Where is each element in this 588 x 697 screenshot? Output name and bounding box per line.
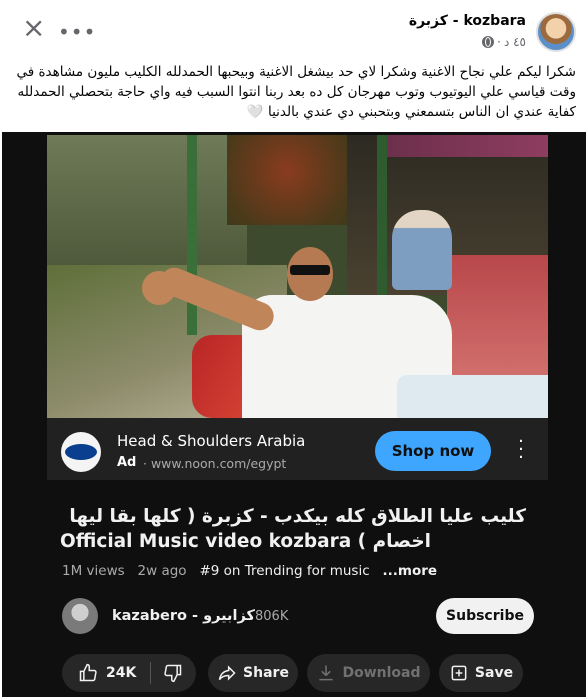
advertiser-name[interactable]: Head & Shoulders Arabia — [117, 432, 305, 450]
video-title[interactable]: كليب عليا الطلاق كله بيكدب - كزبرة ( كله… — [60, 504, 526, 554]
download-button[interactable]: Download — [307, 654, 430, 692]
post-header: × ••• kozbara - كزبرة ٤٥ د · — [0, 0, 588, 62]
post-text: شكرا ليكم علي نجاح الاغنية وشكرا لاي حد … — [16, 64, 576, 120]
ad-url[interactable]: · www.noon.com/egypt — [143, 456, 286, 471]
dislike-button[interactable] — [151, 663, 183, 683]
advertiser-logo[interactable] — [61, 432, 101, 472]
save-playlist-icon — [449, 663, 469, 683]
author-avatar[interactable] — [536, 12, 576, 52]
subscribe-button[interactable]: Subscribe — [436, 598, 534, 634]
video-title-line1: كليب عليا الطلاق كله بيكدب - كزبرة ( كله… — [69, 506, 526, 527]
youtube-screenshot[interactable]: Head & Shoulders Arabia Ad · www.noon.co… — [2, 132, 586, 697]
view-count: 1M views — [62, 563, 125, 579]
close-icon[interactable]: × — [22, 14, 45, 42]
like-button[interactable]: 24K — [62, 663, 136, 683]
share-label: Share — [243, 665, 289, 681]
ad-banner[interactable]: Head & Shoulders Arabia Ad · www.noon.co… — [47, 418, 548, 480]
more-horizontal-icon[interactable]: ••• — [58, 20, 96, 44]
video-title-line2: Official Music video kozbara ( اخصام — [60, 531, 431, 552]
shop-now-button[interactable]: Shop now — [375, 431, 491, 471]
channel-name[interactable]: kazabero - كزابيرو — [112, 608, 255, 624]
thumbs-up-icon — [78, 663, 98, 683]
share-button[interactable]: Share — [208, 654, 298, 692]
ad-badge: Ad — [117, 455, 137, 470]
video-thumbnail[interactable] — [47, 135, 548, 418]
upload-age: 2w ago — [137, 563, 187, 579]
video-meta[interactable]: 1M views 2w ago #9 on Trending for music… — [62, 563, 437, 579]
share-arrow-icon — [217, 663, 237, 683]
post-time[interactable]: ٤٥ د — [504, 35, 526, 49]
save-button[interactable]: Save — [439, 654, 523, 692]
more-vertical-icon[interactable]: · · · — [517, 433, 525, 467]
channel-avatar[interactable] — [62, 598, 98, 634]
subscriber-count: 806K — [255, 609, 289, 624]
download-label: Download — [342, 665, 421, 681]
post-meta: ٤٥ د · — [482, 35, 526, 49]
thumbs-down-icon — [163, 663, 183, 683]
like-count: 24K — [106, 665, 137, 681]
author-name[interactable]: kozbara - كزبرة — [409, 13, 526, 29]
more-description-link[interactable]: ...more — [383, 563, 438, 579]
like-dislike-pill: 24K — [62, 654, 196, 692]
download-icon — [316, 663, 336, 683]
trending-rank: #9 on Trending for music — [199, 563, 370, 579]
save-label: Save — [474, 665, 514, 681]
globe-icon — [482, 36, 495, 48]
